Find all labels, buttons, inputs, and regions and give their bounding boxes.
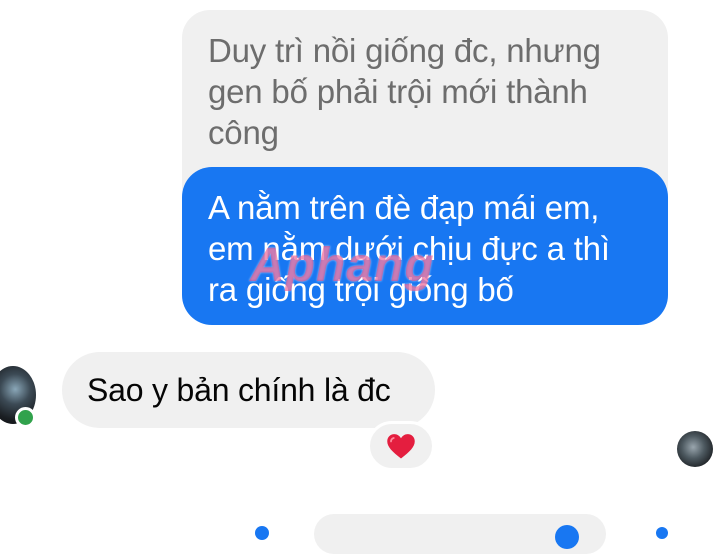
partial-icon	[555, 525, 579, 549]
partial-icon	[656, 527, 668, 539]
heart-icon	[387, 434, 415, 459]
reaction-badge[interactable]	[367, 421, 435, 471]
online-status-icon	[15, 407, 36, 428]
partial-icon	[255, 526, 269, 540]
sent-message-bubble[interactable]: A nằm trên đè đạp mái em, em nằm dưới ch…	[182, 167, 668, 325]
seen-indicator-avatar	[677, 431, 713, 467]
quoted-reply-bubble[interactable]: Duy trì nồi giống đc, nhưng gen bố phải …	[182, 10, 668, 190]
received-message-bubble[interactable]: Sao y bản chính là đc	[62, 352, 435, 428]
